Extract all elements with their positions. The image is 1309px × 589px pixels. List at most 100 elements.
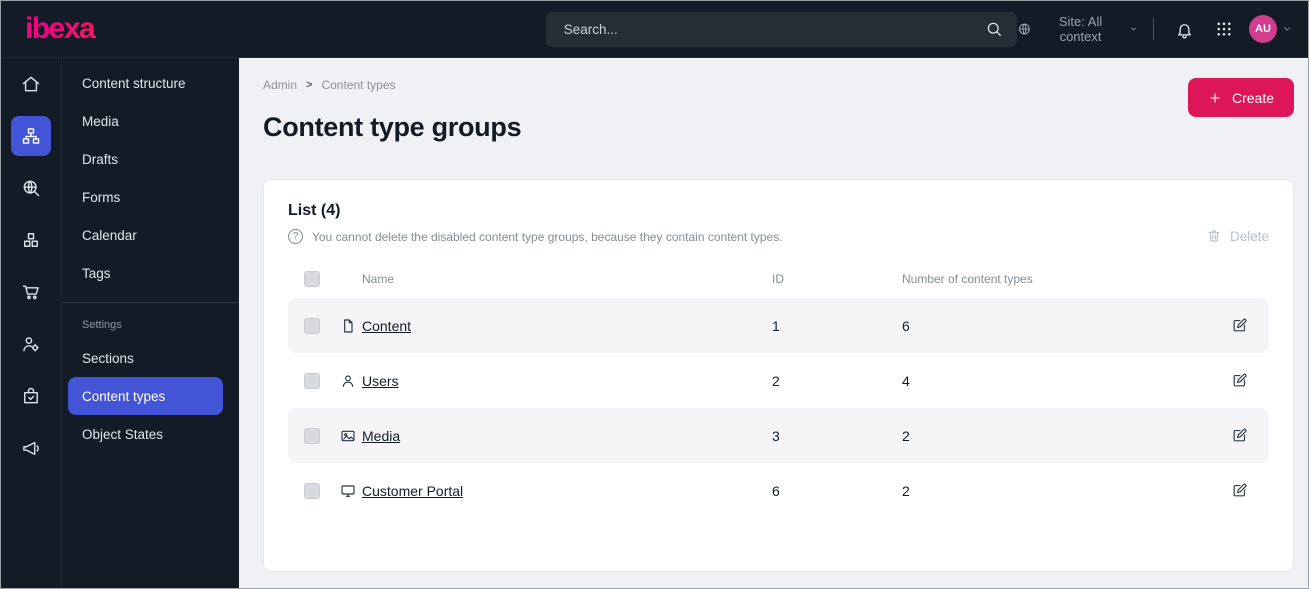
bell-icon: [1177, 23, 1191, 38]
table-row: Users 2 4: [288, 353, 1269, 408]
chevron-down-icon: [1284, 27, 1290, 31]
edit-button[interactable]: [1225, 367, 1253, 395]
global-search: [545, 11, 1017, 47]
group-id: 1: [772, 317, 780, 334]
group-count: 2: [902, 427, 910, 444]
sidebar-item-sections[interactable]: Sections: [62, 339, 239, 377]
card-header-left: List (4) ? You cannot delete the disable…: [288, 202, 783, 244]
sidebar-item-label: Content structure: [82, 75, 186, 91]
help-icon: ?: [288, 229, 303, 244]
rail-item-content[interactable]: [11, 116, 51, 156]
row-checkbox[interactable]: [304, 427, 320, 444]
group-count: 6: [902, 317, 910, 334]
rail-item-orders[interactable]: [11, 376, 51, 416]
sidebar-item-forms[interactable]: Forms: [62, 178, 239, 216]
page-header: Admin > Content types Content type group…: [263, 78, 1294, 143]
app-window: ibexa Site: All context: [0, 0, 1309, 589]
apps-menu-button[interactable]: [1209, 13, 1239, 45]
page-header-left: Admin > Content types Content type group…: [263, 78, 522, 143]
content-type-groups-table: Name ID Number of content types Content …: [288, 264, 1269, 518]
topbar-right: Site: All context AU: [1017, 13, 1308, 45]
table-row: Customer Portal 6 2: [288, 463, 1269, 518]
rail-item-dashboard[interactable]: [11, 64, 51, 104]
sidebar-item-tags[interactable]: Tags: [62, 254, 239, 292]
sidebar-item-media[interactable]: Media: [62, 102, 239, 140]
breadcrumb-content-types: Content types: [321, 78, 396, 92]
sidebar-item-label: Tags: [82, 265, 111, 281]
sidebar-item-content-structure[interactable]: Content structure: [62, 64, 239, 102]
group-link-customer-portal[interactable]: Customer Portal: [362, 483, 772, 499]
sidebar-item-label: Object States: [82, 426, 164, 442]
group-link-media[interactable]: Media: [362, 428, 772, 444]
create-button[interactable]: Create: [1187, 78, 1294, 117]
sidebar-item-label: Media: [82, 113, 119, 129]
breadcrumb-separator: >: [306, 79, 313, 91]
chevron-down-icon: [1131, 27, 1137, 31]
row-checkbox[interactable]: [304, 482, 320, 499]
sidebar-item-drafts[interactable]: Drafts: [62, 140, 239, 178]
sidebar: Content structure Media Drafts Forms Cal…: [61, 58, 239, 588]
sidebar-item-object-states[interactable]: Object States: [62, 415, 239, 453]
avatar: AU: [1249, 15, 1277, 43]
row-checkbox[interactable]: [304, 372, 320, 389]
column-header-count: Number of content types: [902, 272, 1033, 286]
group-link-content[interactable]: Content: [362, 318, 772, 334]
table-row: Content 1 6: [288, 298, 1269, 353]
user-menu[interactable]: AU: [1249, 15, 1292, 43]
table-body: Content 1 6 Users 2 4 Media 3 2 Customer…: [288, 298, 1269, 518]
order-check-icon: [24, 387, 38, 404]
rail-item-commerce[interactable]: [11, 272, 51, 312]
table-row: Media 3 2: [288, 408, 1269, 463]
edit-button[interactable]: [1225, 312, 1253, 340]
group-count: 2: [902, 482, 910, 499]
sidebar-item-label: Content types: [82, 388, 166, 404]
rail-item-admin[interactable]: [11, 324, 51, 364]
help-text: You cannot delete the disabled content t…: [312, 229, 783, 244]
edit-button[interactable]: [1225, 422, 1253, 450]
main-content: Admin > Content types Content type group…: [239, 58, 1308, 588]
table-header-row: Name ID Number of content types: [288, 264, 1269, 294]
delete-button[interactable]: Delete: [1206, 228, 1269, 244]
edit-icon: [1233, 483, 1246, 497]
apps-grid-icon: [1217, 22, 1231, 36]
breadcrumb-admin[interactable]: Admin: [263, 78, 297, 92]
icon-rail: [1, 58, 61, 588]
group-link-users[interactable]: Users: [362, 373, 772, 389]
plus-icon: [1210, 92, 1220, 103]
sidebar-item-label: Forms: [82, 189, 121, 205]
column-header-id: ID: [772, 272, 784, 286]
sidebar-item-content-types[interactable]: Content types: [68, 377, 223, 415]
home-icon: [22, 76, 40, 92]
help-row: ? You cannot delete the disabled content…: [288, 229, 783, 244]
breadcrumb: Admin > Content types: [263, 78, 521, 92]
admin-user-settings-icon: [23, 337, 39, 352]
column-header-name: Name: [362, 272, 395, 286]
product-boxes-icon: [24, 233, 38, 247]
sidebar-settings-heading: Settings: [82, 319, 122, 331]
rail-item-products[interactable]: [11, 220, 51, 260]
trash-icon: [1208, 230, 1220, 242]
notifications-button[interactable]: [1170, 13, 1200, 45]
group-count: 4: [902, 372, 910, 389]
content-tree-icon: [22, 128, 40, 144]
megaphone-icon: [23, 441, 39, 455]
create-button-label: Create: [1231, 89, 1274, 106]
sidebar-item-label: Calendar: [82, 227, 137, 243]
card-header: List (4) ? You cannot delete the disable…: [288, 202, 1269, 244]
group-id: 3: [772, 427, 780, 444]
sidebar-item-calendar[interactable]: Calendar: [62, 216, 239, 254]
rail-item-marketing[interactable]: [11, 428, 51, 468]
row-checkbox[interactable]: [304, 317, 320, 334]
sidebar-item-label: Sections: [82, 350, 134, 366]
sidebar-item-label: Drafts: [82, 151, 119, 167]
search-input[interactable]: [545, 11, 1017, 47]
select-all-checkbox[interactable]: [304, 271, 320, 287]
monitor-icon: [340, 483, 362, 499]
search-globe-icon: [23, 180, 40, 197]
site-context-selector[interactable]: Site: All context: [1017, 14, 1139, 44]
topbar-divider: [1152, 18, 1154, 40]
ibexa-logo[interactable]: ibexa: [1, 12, 229, 46]
image-icon: [340, 428, 362, 444]
rail-item-search[interactable]: [11, 168, 51, 208]
edit-button[interactable]: [1225, 477, 1253, 505]
